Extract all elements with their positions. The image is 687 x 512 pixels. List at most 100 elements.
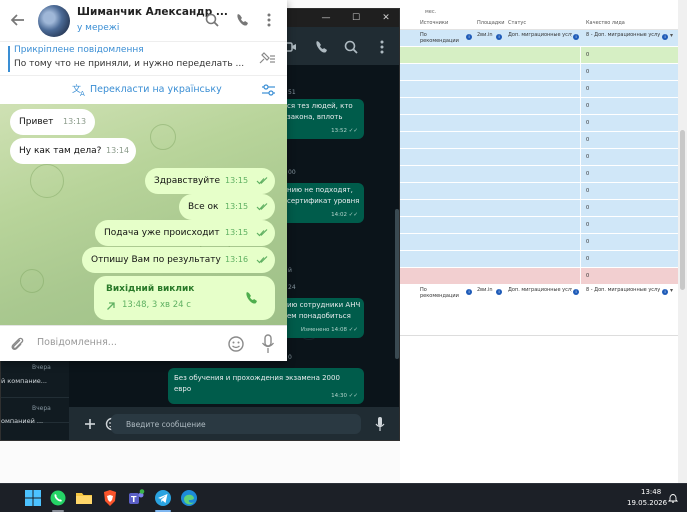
crm-col-status[interactable]: Статус bbox=[508, 20, 526, 26]
crm-cell-quality[interactable]: 0 bbox=[586, 256, 589, 262]
incoming-message[interactable]: Привет 13:13 bbox=[10, 109, 95, 135]
crm-col-lead-quality[interactable]: Качество лида bbox=[586, 20, 625, 26]
translate-button[interactable]: Перекласти на українську bbox=[90, 84, 222, 95]
chat-list-item[interactable]: й компание... bbox=[1, 377, 47, 385]
table-row[interactable]: 0 bbox=[400, 166, 687, 183]
crm-cell-quality[interactable]: 0 bbox=[586, 103, 589, 109]
crm-scroll-thumb[interactable] bbox=[680, 130, 685, 290]
crm-cell-quality[interactable]: 0 bbox=[586, 137, 589, 143]
outgoing-call-message[interactable]: Вихідний виклик 13:48, 3 хв 24 с bbox=[94, 276, 275, 320]
crm-col-platforms[interactable]: Площадки bbox=[477, 20, 505, 26]
crm-cell-quality[interactable]: 0 bbox=[586, 222, 589, 228]
whatsapp-message[interactable]: ся тез людей, кто закона, вплоть 13:52 ✓… bbox=[281, 99, 364, 139]
table-row[interactable]: По рекомендации i 2ви.in i Доп. миграционные… bbox=[400, 285, 687, 302]
info-icon[interactable]: i bbox=[662, 289, 668, 295]
info-icon[interactable]: i bbox=[573, 34, 579, 40]
whatsapp-icon[interactable] bbox=[49, 489, 67, 507]
table-row[interactable]: 0 bbox=[400, 217, 687, 234]
paperclip-icon[interactable] bbox=[9, 335, 25, 353]
crm-cell-quality[interactable]: 0 bbox=[586, 188, 589, 194]
brave-browser-icon[interactable] bbox=[101, 489, 119, 507]
table-row[interactable]: 0 bbox=[400, 98, 687, 115]
table-row[interactable]: 0 bbox=[400, 200, 687, 217]
outgoing-message[interactable]: Отпишу Вам по результату 13:16 bbox=[82, 247, 275, 273]
crm-cell-source[interactable]: По рекомендации bbox=[420, 287, 464, 299]
crm-cell-quality[interactable]: 8 - Доп. миграционные услуги bbox=[586, 32, 660, 38]
maximize-icon[interactable]: ☐ bbox=[341, 11, 371, 25]
table-row[interactable]: 0 bbox=[400, 47, 687, 64]
emoji-icon[interactable] bbox=[227, 335, 245, 353]
telegram-message-input[interactable]: Повідомлення... bbox=[37, 337, 117, 348]
info-icon[interactable]: i bbox=[466, 34, 472, 40]
pin-list-icon[interactable] bbox=[258, 51, 276, 67]
outgoing-message[interactable]: Все ок 13:15 bbox=[179, 194, 275, 220]
info-icon[interactable]: i bbox=[496, 289, 502, 295]
pinned-message-bar[interactable]: Прикріплене повідомлення По тому что не … bbox=[0, 41, 287, 75]
crm-cell-status[interactable]: Доп. миграционные услуги bbox=[508, 287, 572, 293]
table-row[interactable]: 0 bbox=[400, 234, 687, 251]
teams-icon[interactable]: T bbox=[127, 489, 145, 507]
menu-dots-icon[interactable] bbox=[261, 12, 277, 28]
crm-cell-quality[interactable]: 0 bbox=[586, 239, 589, 245]
minimize-icon[interactable]: — bbox=[311, 11, 341, 25]
whatsapp-scrollbar[interactable] bbox=[395, 209, 399, 359]
info-icon[interactable]: i bbox=[573, 289, 579, 295]
chevron-down-icon[interactable]: ▾ bbox=[670, 287, 673, 294]
close-icon[interactable]: ✕ bbox=[371, 11, 399, 25]
crm-cell-platform[interactable]: 2ви.in bbox=[477, 287, 495, 293]
table-row[interactable]: 0 bbox=[400, 183, 687, 200]
whatsapp-message[interactable]: ию сотрудники АНЧ ем понадобиться Измене… bbox=[281, 298, 364, 338]
chevron-down-icon[interactable]: ▾ bbox=[670, 32, 673, 39]
taskbar-clock-time[interactable]: 13:48 bbox=[641, 488, 661, 496]
taskbar-clock-date[interactable]: 19.05.2026 bbox=[627, 499, 667, 507]
info-icon[interactable]: i bbox=[496, 34, 502, 40]
phone-icon[interactable] bbox=[244, 290, 260, 306]
outgoing-message[interactable]: Подача уже происходит 13:15 bbox=[95, 220, 275, 246]
table-row[interactable]: 0 bbox=[400, 64, 687, 81]
info-icon[interactable]: i bbox=[466, 289, 472, 295]
crm-cell-platform[interactable]: 2ви.in bbox=[477, 32, 495, 38]
crm-cell-status[interactable]: Доп. миграционные услуги bbox=[508, 32, 572, 38]
menu-dots-icon[interactable] bbox=[374, 39, 390, 55]
whatsapp-message[interactable]: Без обучения и прохождения экзамена 2000… bbox=[168, 368, 364, 404]
search-icon[interactable] bbox=[204, 12, 220, 28]
edge-icon[interactable] bbox=[180, 489, 198, 507]
table-row[interactable]: 0 bbox=[400, 251, 687, 268]
table-row[interactable]: По рекомендации i 2ви.in i Доп. миграционные… bbox=[400, 30, 687, 47]
crm-cell-quality[interactable]: 0 bbox=[586, 52, 589, 58]
table-row[interactable]: 0 bbox=[400, 81, 687, 98]
table-row[interactable]: 0 bbox=[400, 149, 687, 166]
whatsapp-message[interactable]: нию не подходят, сертификат уровня 14:02… bbox=[281, 183, 364, 223]
translate-bar[interactable]: 文 A Перекласти на українську bbox=[0, 75, 287, 104]
translate-settings-icon[interactable] bbox=[261, 83, 276, 97]
crm-cell-source[interactable]: По рекомендации bbox=[420, 32, 464, 44]
crm-cell-quality[interactable]: 0 bbox=[586, 154, 589, 160]
info-icon[interactable]: i bbox=[662, 34, 668, 40]
search-icon[interactable] bbox=[343, 39, 359, 55]
notification-bell-icon[interactable] bbox=[668, 493, 678, 503]
crm-cell-quality[interactable]: 0 bbox=[586, 69, 589, 75]
plus-icon[interactable] bbox=[84, 418, 96, 430]
crm-cell-quality[interactable]: 0 bbox=[586, 120, 589, 126]
phone-icon[interactable] bbox=[314, 39, 330, 55]
crm-cell-quality[interactable]: 0 bbox=[586, 171, 589, 177]
back-arrow-icon[interactable] bbox=[10, 12, 26, 28]
microphone-icon[interactable] bbox=[375, 416, 385, 432]
table-row[interactable]: 0 bbox=[400, 132, 687, 149]
crm-cell-quality[interactable]: 0 bbox=[586, 86, 589, 92]
avatar[interactable] bbox=[38, 5, 70, 37]
phone-icon[interactable] bbox=[235, 12, 251, 28]
telegram-icon[interactable] bbox=[154, 489, 172, 507]
microphone-icon[interactable] bbox=[261, 334, 275, 354]
crm-cell-quality[interactable]: 0 bbox=[586, 205, 589, 211]
outgoing-message[interactable]: Здравствуйте 13:15 bbox=[145, 168, 275, 194]
crm-col-sources[interactable]: Источники bbox=[420, 20, 448, 26]
crm-cell-quality[interactable]: 0 bbox=[586, 273, 589, 279]
table-row[interactable]: 0 bbox=[400, 115, 687, 132]
table-row[interactable]: 0 bbox=[400, 268, 687, 285]
incoming-message[interactable]: Ну как там дела? 13:14 bbox=[10, 138, 136, 164]
file-explorer-icon[interactable] bbox=[75, 489, 93, 507]
crm-cell-quality[interactable]: 8 - Доп. миграционные услуги bbox=[586, 287, 660, 293]
windows-start-icon[interactable] bbox=[24, 489, 42, 507]
chat-list-item[interactable]: омпанией ... bbox=[1, 417, 43, 425]
